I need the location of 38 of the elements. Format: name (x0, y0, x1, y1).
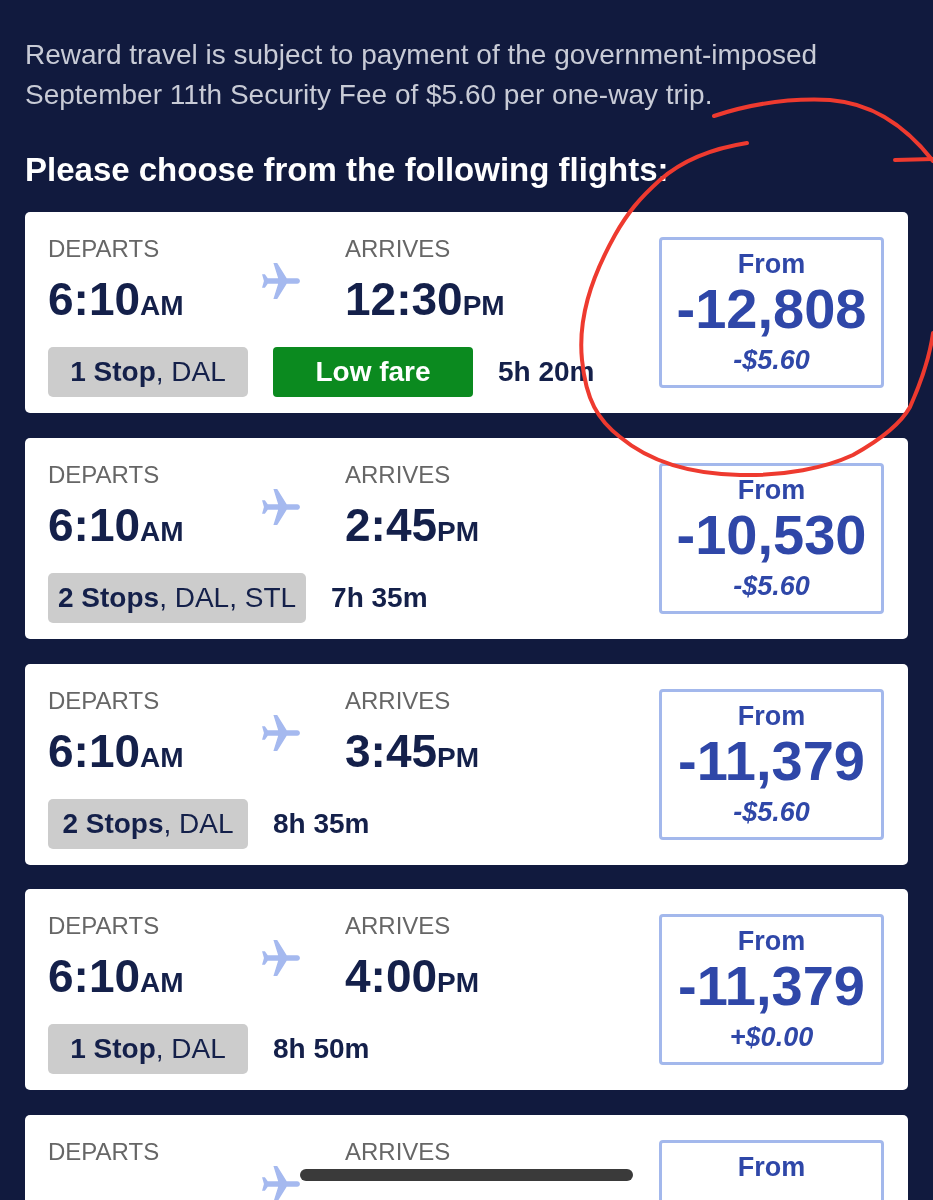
stops-badge: 1 Stop, DAL (48, 347, 248, 397)
airplane-icon (262, 1166, 300, 1200)
airplane-icon (262, 488, 300, 525)
flight-duration: 8h 35m (273, 806, 370, 841)
fare-badge: Low fare (273, 347, 473, 397)
flight-duration: 8h 50m (273, 1032, 370, 1067)
arrives-label: ARRIVES (345, 686, 452, 715)
airplane-icon (262, 263, 300, 299)
departs-label: DEPARTS (48, 1138, 161, 1166)
arrives-label: ARRIVES (345, 460, 452, 489)
arrival-time: 4:00PM (345, 950, 481, 1005)
flight-duration: 7h 35m (331, 580, 428, 615)
fare-button[interactable]: From -11,379 -$5.60 (659, 688, 884, 840)
stops-badge: 2 Stops, DAL, STL (48, 572, 307, 623)
arrival-time: 2:45PM (345, 498, 481, 553)
stops-badge: 1 Stop, DAL (48, 1024, 248, 1075)
fare-button[interactable]: From (659, 1140, 884, 1200)
fare-button[interactable]: From -12,808 -$5.60 (659, 237, 884, 388)
departure-time: 6:10AM (48, 273, 185, 327)
fare-button[interactable]: From -10,530 -$5.60 (659, 462, 884, 614)
departure-time: 6:10AM (48, 498, 185, 553)
notice-text: Reward travel is subject to payment of the government-imposed September 11th Security Fee of $5.60 per one-way trip. (25, 38, 819, 112)
departs-label: DEPARTS (48, 235, 161, 263)
departs-label: DEPARTS (48, 912, 161, 941)
fare-button[interactable]: From -11,379 +$0.00 (659, 914, 884, 1066)
arrival-time: 12:30PM (345, 273, 506, 327)
stops-badge: 2 Stops, DAL (48, 798, 248, 849)
airplane-icon (262, 940, 300, 977)
arrives-label: ARRIVES (345, 1138, 452, 1166)
arrives-label: ARRIVES (345, 912, 452, 941)
departs-label: DEPARTS (48, 686, 161, 715)
arrives-label: ARRIVES (345, 235, 452, 263)
departs-label: DEPARTS (48, 460, 161, 489)
arrival-time: 3:45PM (345, 724, 481, 779)
departure-time: 6:10AM (48, 724, 185, 779)
departure-time: 6:10AM (48, 950, 185, 1005)
airplane-icon (262, 714, 300, 751)
section-heading: Please choose from the following flights: (25, 150, 670, 190)
